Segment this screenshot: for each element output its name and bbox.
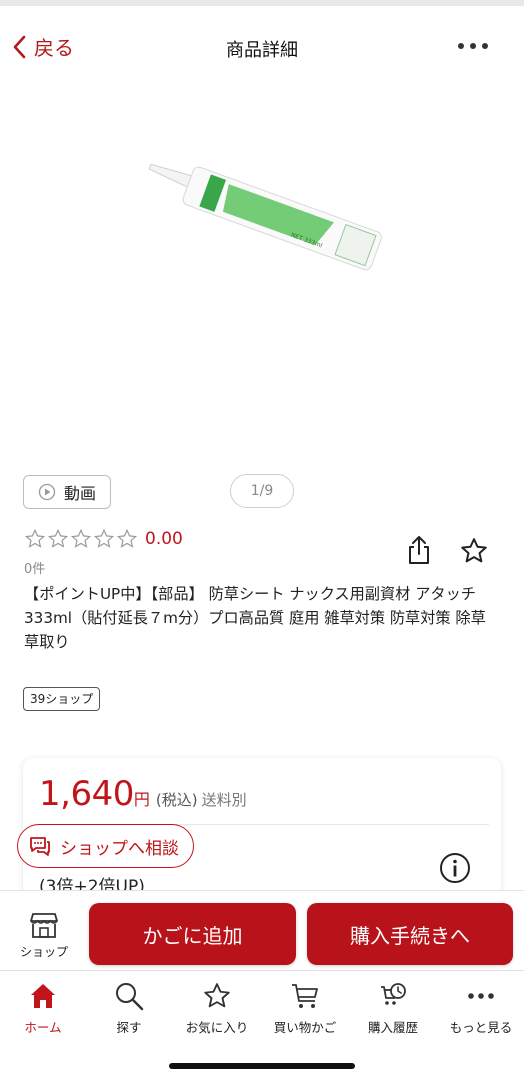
share-icon[interactable]: [405, 534, 433, 566]
cart-icon: [292, 984, 318, 1008]
shop-button-label: ショップ: [19, 945, 68, 959]
header: 戻る 商品詳細: [0, 6, 524, 90]
star-outline-icon: [116, 528, 138, 548]
tax-label: (税込): [155, 791, 198, 809]
home-indicator: [169, 1063, 355, 1069]
review-count[interactable]: 0件: [24, 558, 45, 577]
tab-search[interactable]: 探す: [86, 981, 172, 1036]
history-icon: [381, 983, 406, 1005]
consult-label: ショップへ相談: [60, 838, 179, 859]
tab-label: ホーム: [24, 1020, 62, 1035]
image-pager: 1/9: [230, 474, 294, 508]
shop-icon: [30, 913, 58, 938]
tab-label: お気に入り: [185, 1020, 249, 1035]
tab-label: もっと見る: [449, 1020, 513, 1035]
tab-home[interactable]: ホーム: [0, 981, 86, 1036]
add-to-cart-button[interactable]: かごに追加: [89, 903, 296, 965]
rating-stars[interactable]: 0.00: [24, 528, 183, 550]
action-bar: ショップ かごに追加 購入手続きへ: [0, 890, 524, 971]
home-icon: [31, 984, 55, 1008]
shop-tag[interactable]: 39ショップ: [23, 687, 101, 711]
product-image[interactable]: NET 333ml: [110, 161, 410, 291]
video-button[interactable]: 動画: [23, 475, 111, 509]
tab-history[interactable]: 購入履歴: [350, 981, 436, 1036]
sheet: 戻る 商品詳細 NET 333ml 動画 1/9 0.00 0件 【ポイントUP…: [0, 6, 524, 1080]
favorite-star-icon[interactable]: [459, 536, 489, 566]
star-outline-icon: [24, 528, 46, 548]
star-outline-icon: [93, 528, 115, 548]
tab-label: 探す: [116, 1020, 142, 1035]
price-value: 1,640: [39, 774, 134, 814]
checkout-button[interactable]: 購入手続きへ: [307, 903, 513, 965]
star-icon: [204, 983, 230, 1008]
shop-consult-button[interactable]: ショップへ相談: [17, 824, 194, 868]
shipping-label: 送料別: [201, 791, 247, 809]
video-label: 動画: [63, 484, 96, 503]
star-outline-icon: [47, 528, 69, 548]
star-outline-icon: [70, 528, 92, 548]
chat-icon: [30, 837, 50, 856]
shop-button[interactable]: ショップ: [12, 911, 76, 960]
tab-label: 買い物かご: [273, 1020, 337, 1035]
more-menu-button[interactable]: [458, 38, 488, 54]
price-yen: 円: [133, 790, 150, 809]
price-row: 1,640 円 (税込) 送料別: [39, 774, 247, 814]
tab-label: 購入履歴: [367, 1020, 418, 1035]
tab-more[interactable]: もっと見る: [438, 981, 524, 1036]
product-title: 【ポイントUP中】【部品】 防草シート ナックス用副資材 アタッチ 333ml（…: [24, 585, 486, 651]
tab-cart[interactable]: 買い物かご: [262, 981, 348, 1036]
tab-favorites[interactable]: お気に入り: [174, 981, 260, 1036]
page-title: 商品詳細: [226, 40, 298, 61]
info-icon[interactable]: [439, 852, 471, 884]
search-icon: [116, 983, 144, 1011]
more-icon: [468, 993, 494, 999]
rating-value: 0.00: [145, 529, 183, 549]
play-icon: [38, 483, 56, 501]
